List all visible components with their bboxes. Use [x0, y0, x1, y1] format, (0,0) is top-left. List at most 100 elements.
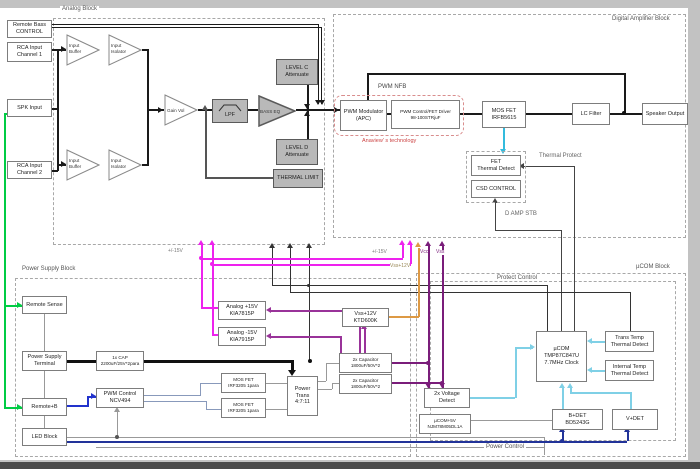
- wire-segment: [591, 370, 605, 372]
- arrowhead: [439, 241, 445, 246]
- cap-2200uf-box: 1x CAP 2200uF/25V*2para: [96, 351, 144, 371]
- arrowhead: [304, 104, 310, 109]
- wire-gate-drive: [206, 409, 221, 410]
- arrowhead: [567, 383, 573, 388]
- wire-vss: [442, 246, 444, 389]
- wire-m15: [410, 245, 412, 264]
- wire-b-plus: [67, 360, 96, 363]
- wire-p15: [402, 245, 404, 258]
- wire-pwm-nfb: [624, 73, 626, 114]
- d-amp-stb-label: D AMP STB: [503, 211, 539, 217]
- lc-filter-box: LC Filter: [572, 103, 610, 125]
- power-control-title: Power Control: [484, 444, 526, 450]
- remote-b-box: Remote+B: [22, 398, 67, 416]
- wire-segment: [326, 363, 339, 364]
- level-d-attenuate-box: LEVEL D Attenuate: [276, 139, 318, 165]
- wire-remote-bass: [52, 27, 322, 28]
- bass-eq-label: BASS EQ: [260, 109, 280, 115]
- power-supply-terminal-label: Power Supply Terminal: [28, 354, 62, 368]
- rca-input-1-box: RCA Input Channel 1: [7, 42, 52, 62]
- junction-dot: [440, 381, 444, 385]
- input-buffer-2-label: Input Buffer: [69, 158, 81, 169]
- wire-d-amp-stb: [561, 230, 562, 331]
- input-isolator-1-label: Input Isolator: [111, 43, 126, 54]
- vcc-rail-label: Vcc: [420, 250, 428, 255]
- mos-fet-irf3205-label-2: MOS FET IRF3205 1para: [228, 402, 259, 413]
- fet-thermal-detect-label: FET Thermal Detect: [477, 159, 515, 173]
- digital-amp-block-title: Digital Amplifier Block: [610, 16, 672, 22]
- mos-fet-irfb5615-box: MOS FET IRFB5615: [482, 101, 526, 128]
- wire-p15: [201, 307, 218, 309]
- arrowhead: [198, 240, 204, 245]
- wire-protect: [630, 292, 631, 331]
- wire-segment: [340, 336, 342, 354]
- wire-segment: [471, 420, 552, 421]
- power-supply-terminal-box: Power Supply Terminal: [22, 351, 67, 371]
- wire-segment: [326, 363, 327, 381]
- pwm-nfb-label: PWM NFB: [376, 84, 408, 90]
- analog-p15v-regulator-label: Analog +15V KIA7815P: [226, 304, 258, 318]
- pwm-control-fet-driver-box: PWM Control/FET Driver 98-100STRjuF: [391, 100, 460, 129]
- wire-remote-b: [67, 405, 87, 407]
- wire-segment: [271, 336, 340, 338]
- wire-remote-b: [87, 396, 89, 407]
- ucom-5v-regulator-label: µCOM+5V NJM78M05DL1A: [428, 418, 463, 429]
- arrowhead: [319, 100, 325, 105]
- wire-segment: [266, 383, 287, 384]
- csd-control-box: CSD CONTROL: [471, 180, 521, 198]
- wire-d-amp-stb: [495, 203, 496, 230]
- led-block-box: LED Block: [22, 428, 67, 446]
- r15v-right-label: +/-15V: [372, 250, 387, 255]
- wire-segment: [591, 341, 605, 343]
- thermal-protect-label: Thermal Protect: [537, 153, 584, 159]
- fet-thermal-detect-box: FET Thermal Detect: [471, 155, 521, 176]
- junction-dot: [622, 111, 626, 115]
- junction-dot: [307, 284, 310, 287]
- anaview-technology-label: Anaview' s technology: [362, 139, 416, 145]
- pwm-control-ncv494-box: PWM Control NCV494: [96, 388, 144, 408]
- wire-segment: [570, 388, 572, 393]
- power-trans-label: Power Trans 4:7:11: [295, 386, 311, 407]
- protect-control-title: Protect Control: [495, 275, 539, 281]
- wire-power-control: [96, 447, 544, 448]
- arrowhead: [587, 367, 592, 373]
- wire-segment: [526, 113, 572, 115]
- junction-dot: [308, 359, 312, 363]
- vss-rail-label: Vss: [436, 250, 444, 255]
- wire-power-control: [117, 411, 118, 437]
- pwm-control-ncv494-label: PWM Control NCV494: [104, 391, 137, 405]
- arrowhead: [587, 338, 592, 344]
- junction-dot: [115, 435, 119, 439]
- analog-m15v-regulator-label: Analog -15V KIA7915P: [227, 330, 257, 344]
- wire-gate-drive: [206, 401, 207, 409]
- csd-control-label: CSD CONTROL: [476, 186, 516, 193]
- arrowhead: [266, 307, 271, 313]
- remote-bass-control-box: Remote Bass CONTROL: [7, 20, 52, 38]
- wire-segment: [470, 397, 515, 399]
- analog-block-title: Analog Block: [60, 6, 99, 12]
- analog-p15v-regulator-box: Analog +15V KIA7815P: [218, 301, 266, 320]
- arrowhead: [306, 243, 312, 248]
- arrowhead: [209, 240, 215, 245]
- lc-filter-label: LC Filter: [581, 111, 602, 118]
- lpf-label: LPF: [225, 112, 235, 119]
- input-buffer-1-label: Input Buffer: [69, 43, 81, 54]
- level-c-attenuate-box: LEVEL C Attenuate: [276, 59, 318, 85]
- wire-vcc: [392, 362, 429, 364]
- b-det-box: B+DET BD5243G: [552, 409, 603, 430]
- wire-segment: [318, 381, 326, 382]
- wire-b-det: [67, 441, 627, 443]
- b-det-label: B+DET BD5243G: [565, 413, 589, 427]
- junction-dot: [560, 439, 564, 443]
- level-c-label: LEVEL C Attenuate: [285, 65, 309, 79]
- wire-vss12: [389, 316, 419, 318]
- wire-segment: [44, 371, 45, 398]
- trans-temp-detect-label: Trans Temp Thermal Detect: [611, 335, 649, 349]
- wire-gate-drive: [200, 383, 201, 396]
- v-det-label: V+DET: [626, 416, 644, 423]
- speaker-output-box: Speaker Output: [642, 103, 688, 125]
- wire-thermal-protect: [524, 166, 575, 167]
- speaker-output-label: Speaker Output: [646, 111, 685, 118]
- wire-segment: [248, 109, 258, 111]
- ucom-block-title: µCOM Block: [634, 264, 672, 270]
